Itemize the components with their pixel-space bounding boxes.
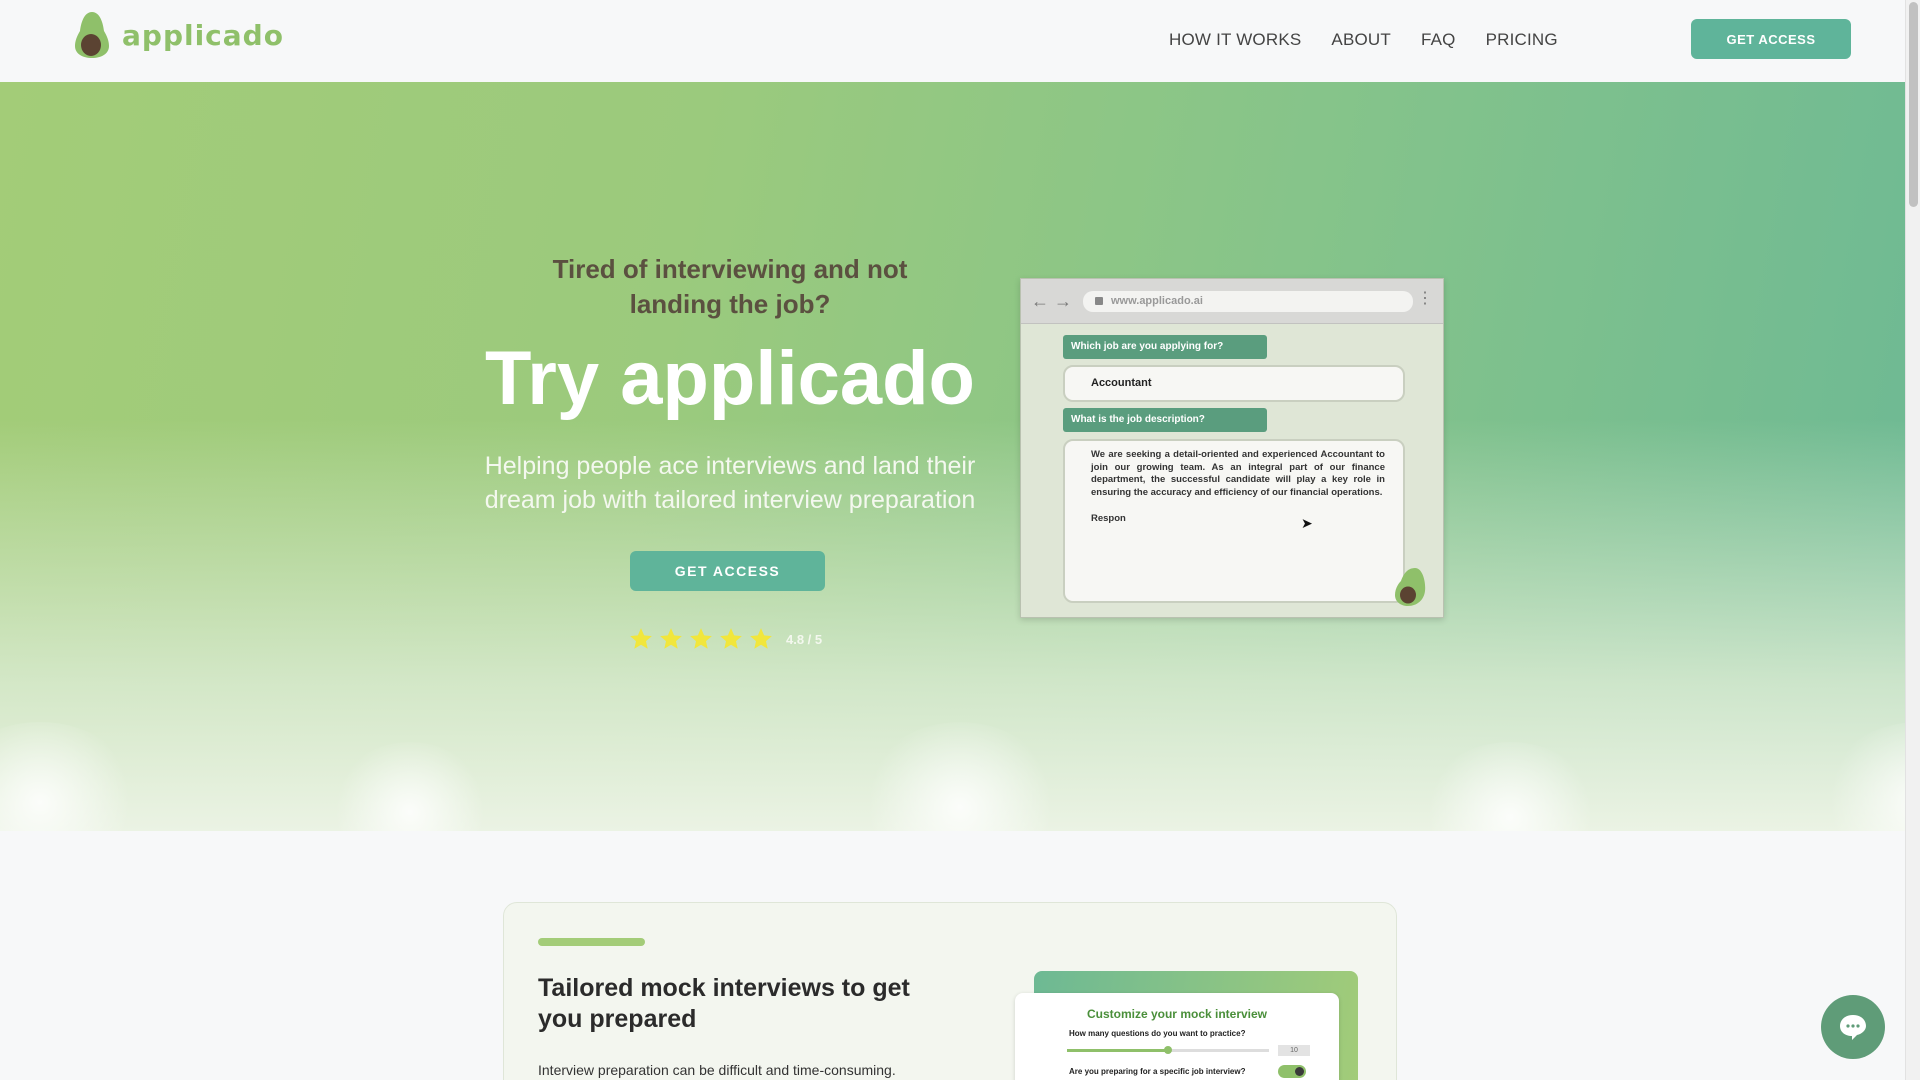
- specific-job-label: Are you preparing for a specific job int…: [1069, 1067, 1246, 1076]
- answer-description: We are seeking a detail-oriented and exp…: [1063, 439, 1405, 603]
- star-icon: [630, 628, 652, 649]
- star-icon: [660, 628, 682, 649]
- logo-text: applicado: [122, 18, 284, 52]
- question-label-description: What is the job description?: [1063, 408, 1267, 432]
- hero-get-access-button[interactable]: GET ACCESS: [630, 551, 825, 591]
- slider-knob: [1164, 1046, 1172, 1054]
- avocado-logo-icon: [75, 12, 109, 58]
- scrollbar-thumb[interactable]: [1909, 2, 1918, 207]
- nav-about[interactable]: ABOUT: [1331, 30, 1391, 50]
- kebab-menu-icon: ⋮: [1417, 290, 1433, 307]
- description-partial: Respon: [1091, 513, 1126, 524]
- star-icon: [750, 628, 772, 649]
- nav-how-it-works[interactable]: HOW IT WORKS: [1169, 30, 1301, 50]
- answer-job: Accountant: [1063, 365, 1405, 402]
- star-icon: [720, 628, 742, 649]
- mouse-cursor-icon: ➤: [1301, 515, 1313, 531]
- chat-bubble-icon: [1840, 1015, 1866, 1040]
- page-scrollbar[interactable]: [1905, 0, 1920, 1080]
- lock-icon: [1095, 297, 1103, 305]
- feature-title: Tailored mock interviews to get you prep…: [538, 974, 910, 1033]
- star-icon: [690, 628, 712, 649]
- question-count-value: 10: [1278, 1045, 1310, 1056]
- question-count-label: How many questions do you want to practi…: [1069, 1029, 1246, 1038]
- rating-text: 4.8 / 5: [786, 631, 823, 647]
- rating: 4.8 / 5: [628, 626, 822, 652]
- browser-toolbar: ← → www.applicado.ai ⋮: [1021, 279, 1443, 324]
- card-accent-bar: [538, 938, 645, 946]
- nav-pricing[interactable]: PRICING: [1486, 30, 1558, 50]
- hero-title: Try applicado: [485, 336, 975, 421]
- url-bar: www.applicado.ai: [1083, 291, 1413, 312]
- feature-card: Tailored mock interviews to get you prep…: [503, 902, 1397, 1080]
- hero-tagline: Tired of interviewing and not landing th…: [552, 254, 908, 319]
- hero-subtitle: Helping people ace interviews and land t…: [484, 452, 976, 514]
- chat-widget-button[interactable]: [1821, 995, 1885, 1059]
- question-label-job: Which job are you applying for?: [1063, 335, 1267, 359]
- main-nav: HOW IT WORKS ABOUT FAQ PRICING: [1169, 30, 1558, 50]
- site-header: applicado HOW IT WORKS ABOUT FAQ PRICING…: [0, 0, 1905, 82]
- nav-faq[interactable]: FAQ: [1421, 30, 1456, 50]
- question-count-slider: [1067, 1046, 1269, 1054]
- avocado-icon: [1395, 568, 1426, 606]
- slider-fill: [1067, 1049, 1168, 1052]
- hero-section: Tired of interviewing and not landing th…: [0, 82, 1905, 831]
- back-forward-arrows-icon: ← →: [1031, 291, 1073, 311]
- url-text: www.applicado.ai: [1111, 295, 1203, 307]
- customize-mock-panel: Customize your mock interview How many q…: [1015, 993, 1339, 1080]
- header-get-access-button[interactable]: GET ACCESS: [1691, 19, 1851, 59]
- logo[interactable]: applicado: [74, 11, 284, 59]
- customize-title: Customize your mock interview: [1086, 1007, 1268, 1021]
- feature-text: Interview preparation can be difficult a…: [538, 1062, 896, 1078]
- browser-mockup: ← → www.applicado.ai ⋮ Which job are you…: [1020, 278, 1444, 618]
- specific-job-toggle: [1278, 1065, 1306, 1078]
- description-paragraph: We are seeking a detail-oriented and exp…: [1091, 449, 1385, 498]
